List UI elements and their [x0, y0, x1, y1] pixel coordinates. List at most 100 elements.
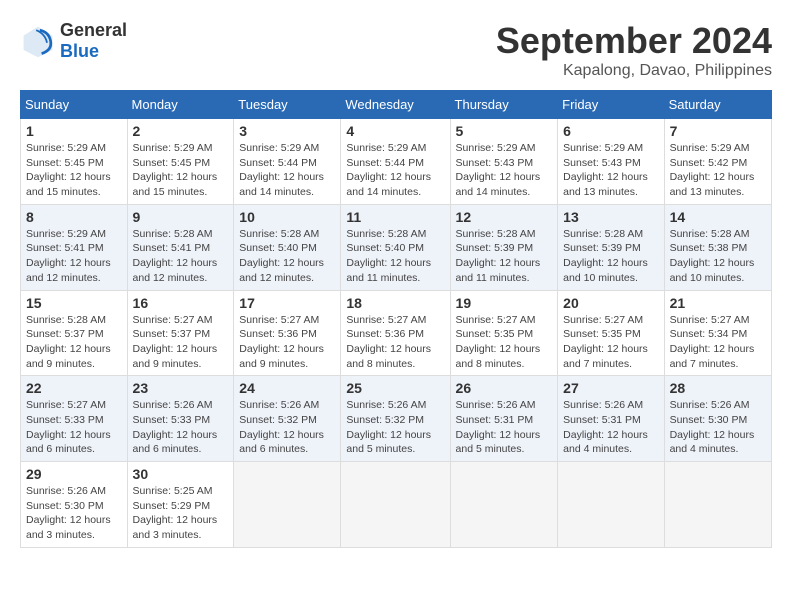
calendar-cell: 18Sunrise: 5:27 AMSunset: 5:36 PMDayligh… — [341, 290, 450, 376]
day-info: Sunrise: 5:26 AMSunset: 5:33 PMDaylight:… — [133, 398, 229, 457]
day-number: 3 — [239, 123, 335, 139]
calendar-cell: 16 Sunrise: 5:27 AMSunset: 5:37 PMDayligh… — [127, 290, 234, 376]
day-info: Sunrise: 5:27 AMSunset: 5:36 PMDaylight:… — [346, 313, 444, 372]
calendar-week-row: 29 Sunrise: 5:26 AMSunset: 5:30 PMDayligh… — [21, 462, 772, 548]
day-number: 22 — [26, 380, 122, 396]
day-number: 26 — [456, 380, 553, 396]
day-info: Sunrise: 5:28 AMSunset: 5:39 PMDaylight:… — [456, 227, 553, 286]
logo-text: General Blue — [60, 20, 127, 62]
calendar-cell: 11Sunrise: 5:28 AMSunset: 5:40 PMDayligh… — [341, 204, 450, 290]
day-info: Sunrise: 5:28 AMSunset: 5:40 PMDaylight:… — [239, 227, 335, 286]
calendar-week-row: 1 Sunrise: 5:29 AMSunset: 5:45 PMDaylight… — [21, 119, 772, 205]
day-info: Sunrise: 5:28 AMSunset: 5:40 PMDaylight:… — [346, 227, 444, 286]
day-info: Sunrise: 5:28 AMSunset: 5:39 PMDaylight:… — [563, 227, 658, 286]
day-info: Sunrise: 5:27 AMSunset: 5:37 PMDaylight:… — [133, 313, 229, 372]
day-number: 28 — [670, 380, 766, 396]
day-info: Sunrise: 5:27 AMSunset: 5:33 PMDaylight:… — [26, 398, 122, 457]
calendar-week-row: 15 Sunrise: 5:28 AMSunset: 5:37 PMDayligh… — [21, 290, 772, 376]
day-info: Sunrise: 5:27 AMSunset: 5:34 PMDaylight:… — [670, 313, 766, 372]
day-info: Sunrise: 5:28 AMSunset: 5:41 PMDaylight:… — [133, 227, 229, 286]
calendar-cell — [558, 462, 664, 548]
day-number: 23 — [133, 380, 229, 396]
day-info: Sunrise: 5:29 AMSunset: 5:44 PMDaylight:… — [346, 141, 444, 200]
day-number: 7 — [670, 123, 766, 139]
day-info: Sunrise: 5:29 AMSunset: 5:45 PMDaylight:… — [133, 141, 229, 200]
day-info: Sunrise: 5:26 AMSunset: 5:32 PMDaylight:… — [239, 398, 335, 457]
logo: General Blue — [20, 20, 127, 62]
day-number: 19 — [456, 295, 553, 311]
col-header-friday: Friday — [558, 91, 664, 119]
calendar-cell: 21 Sunrise: 5:27 AMSunset: 5:34 PMDayligh… — [664, 290, 771, 376]
day-number: 12 — [456, 209, 553, 225]
day-number: 6 — [563, 123, 658, 139]
calendar-cell: 13 Sunrise: 5:28 AMSunset: 5:39 PMDayligh… — [558, 204, 664, 290]
calendar-cell: 10 Sunrise: 5:28 AMSunset: 5:40 PMDayligh… — [234, 204, 341, 290]
calendar-cell: 20Sunrise: 5:27 AMSunset: 5:35 PMDayligh… — [558, 290, 664, 376]
calendar-cell: 3 Sunrise: 5:29 AMSunset: 5:44 PMDaylight… — [234, 119, 341, 205]
calendar-week-row: 22 Sunrise: 5:27 AMSunset: 5:33 PMDayligh… — [21, 376, 772, 462]
col-header-sunday: Sunday — [21, 91, 128, 119]
calendar-cell — [234, 462, 341, 548]
day-info: Sunrise: 5:26 AMSunset: 5:31 PMDaylight:… — [456, 398, 553, 457]
calendar-cell: 2Sunrise: 5:29 AMSunset: 5:45 PMDaylight… — [127, 119, 234, 205]
day-number: 8 — [26, 209, 122, 225]
day-number: 17 — [239, 295, 335, 311]
day-info: Sunrise: 5:26 AMSunset: 5:30 PMDaylight:… — [26, 484, 122, 543]
day-info: Sunrise: 5:29 AMSunset: 5:43 PMDaylight:… — [456, 141, 553, 200]
calendar-table: SundayMondayTuesdayWednesdayThursdayFrid… — [20, 90, 772, 548]
calendar-cell: 8 Sunrise: 5:29 AMSunset: 5:41 PMDaylight… — [21, 204, 128, 290]
calendar-cell: 28 Sunrise: 5:26 AMSunset: 5:30 PMDayligh… — [664, 376, 771, 462]
calendar-cell: 9Sunrise: 5:28 AMSunset: 5:41 PMDaylight… — [127, 204, 234, 290]
calendar-cell — [341, 462, 450, 548]
calendar-cell: 26 Sunrise: 5:26 AMSunset: 5:31 PMDayligh… — [450, 376, 558, 462]
calendar-cell: 30Sunrise: 5:25 AMSunset: 5:29 PMDayligh… — [127, 462, 234, 548]
day-number: 10 — [239, 209, 335, 225]
calendar-cell: 17 Sunrise: 5:27 AMSunset: 5:36 PMDayligh… — [234, 290, 341, 376]
calendar-header-row: SundayMondayTuesdayWednesdayThursdayFrid… — [21, 91, 772, 119]
calendar-cell: 6Sunrise: 5:29 AMSunset: 5:43 PMDaylight… — [558, 119, 664, 205]
day-info: Sunrise: 5:28 AMSunset: 5:37 PMDaylight:… — [26, 313, 122, 372]
day-number: 29 — [26, 466, 122, 482]
day-info: Sunrise: 5:26 AMSunset: 5:30 PMDaylight:… — [670, 398, 766, 457]
calendar-cell: 4 Sunrise: 5:29 AMSunset: 5:44 PMDaylight… — [341, 119, 450, 205]
col-header-wednesday: Wednesday — [341, 91, 450, 119]
location: Kapalong, Davao, Philippines — [496, 62, 772, 80]
day-number: 4 — [346, 123, 444, 139]
day-number: 15 — [26, 295, 122, 311]
calendar-cell: 15 Sunrise: 5:28 AMSunset: 5:37 PMDayligh… — [21, 290, 128, 376]
page-header: General Blue September 2024 Kapalong, Da… — [20, 20, 772, 80]
title-area: September 2024 Kapalong, Davao, Philippi… — [496, 20, 772, 80]
col-header-thursday: Thursday — [450, 91, 558, 119]
day-number: 24 — [239, 380, 335, 396]
day-info: Sunrise: 5:29 AMSunset: 5:44 PMDaylight:… — [239, 141, 335, 200]
calendar-cell: 27Sunrise: 5:26 AMSunset: 5:31 PMDayligh… — [558, 376, 664, 462]
month-title: September 2024 — [496, 20, 772, 62]
day-number: 25 — [346, 380, 444, 396]
calendar-cell — [450, 462, 558, 548]
calendar-week-row: 8 Sunrise: 5:29 AMSunset: 5:41 PMDaylight… — [21, 204, 772, 290]
calendar-cell: 7Sunrise: 5:29 AMSunset: 5:42 PMDaylight… — [664, 119, 771, 205]
day-number: 5 — [456, 123, 553, 139]
calendar-cell: 12 Sunrise: 5:28 AMSunset: 5:39 PMDayligh… — [450, 204, 558, 290]
day-info: Sunrise: 5:25 AMSunset: 5:29 PMDaylight:… — [133, 484, 229, 543]
day-info: Sunrise: 5:29 AMSunset: 5:41 PMDaylight:… — [26, 227, 122, 286]
col-header-saturday: Saturday — [664, 91, 771, 119]
day-info: Sunrise: 5:27 AMSunset: 5:36 PMDaylight:… — [239, 313, 335, 372]
calendar-cell: 24 Sunrise: 5:26 AMSunset: 5:32 PMDayligh… — [234, 376, 341, 462]
calendar-cell: 5 Sunrise: 5:29 AMSunset: 5:43 PMDaylight… — [450, 119, 558, 205]
day-number: 14 — [670, 209, 766, 225]
day-number: 1 — [26, 123, 122, 139]
col-header-tuesday: Tuesday — [234, 91, 341, 119]
day-number: 16 — [133, 295, 229, 311]
calendar-cell: 23 Sunrise: 5:26 AMSunset: 5:33 PMDayligh… — [127, 376, 234, 462]
logo-icon — [20, 23, 56, 59]
col-header-monday: Monday — [127, 91, 234, 119]
calendar-cell: 22 Sunrise: 5:27 AMSunset: 5:33 PMDayligh… — [21, 376, 128, 462]
calendar-cell: 29 Sunrise: 5:26 AMSunset: 5:30 PMDayligh… — [21, 462, 128, 548]
day-info: Sunrise: 5:27 AMSunset: 5:35 PMDaylight:… — [456, 313, 553, 372]
calendar-cell: 25Sunrise: 5:26 AMSunset: 5:32 PMDayligh… — [341, 376, 450, 462]
calendar-cell — [664, 462, 771, 548]
day-number: 27 — [563, 380, 658, 396]
day-number: 21 — [670, 295, 766, 311]
day-number: 13 — [563, 209, 658, 225]
